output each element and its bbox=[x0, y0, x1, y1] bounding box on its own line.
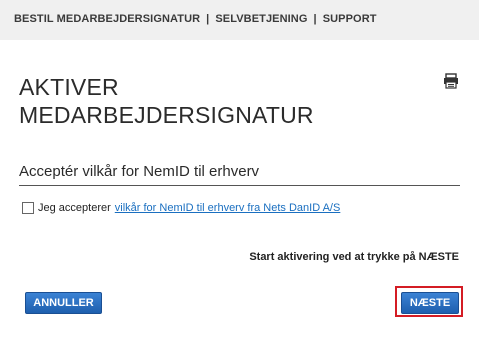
nav-separator: | bbox=[313, 13, 317, 25]
top-navigation: BESTIL MEDARBEJDERSIGNATUR | SELVBETJENING… bbox=[14, 13, 377, 25]
terms-accept-row: Jeg accepterer vilkår for NemID til erhv… bbox=[22, 202, 340, 214]
divider bbox=[19, 185, 460, 186]
nav-separator: | bbox=[206, 13, 210, 25]
instruction-text: Start aktivering ved at trykke på NÆSTE bbox=[249, 251, 459, 263]
cancel-button[interactable]: ANNULLER bbox=[25, 292, 102, 314]
next-button[interactable]: NÆSTE bbox=[401, 292, 459, 314]
nav-support[interactable]: SUPPORT bbox=[323, 13, 377, 25]
accept-terms-checkbox[interactable] bbox=[22, 202, 34, 214]
print-icon[interactable] bbox=[443, 73, 459, 89]
nav-selvbetjening[interactable]: SELVBETJENING bbox=[215, 13, 307, 25]
main-panel: AKTIVER MEDARBEJDERSIGNATUR Acceptér vil… bbox=[0, 40, 479, 349]
page-title: AKTIVER MEDARBEJDERSIGNATUR bbox=[19, 74, 314, 128]
nav-bestil-medarbejdersignatur[interactable]: BESTIL MEDARBEJDERSIGNATUR bbox=[14, 13, 200, 25]
accept-terms-label: Jeg accepterer bbox=[38, 202, 111, 214]
terms-link[interactable]: vilkår for NemID til erhverv fra Nets Da… bbox=[115, 202, 341, 214]
section-heading: Acceptér vilkår for NemID til erhverv bbox=[19, 163, 260, 180]
